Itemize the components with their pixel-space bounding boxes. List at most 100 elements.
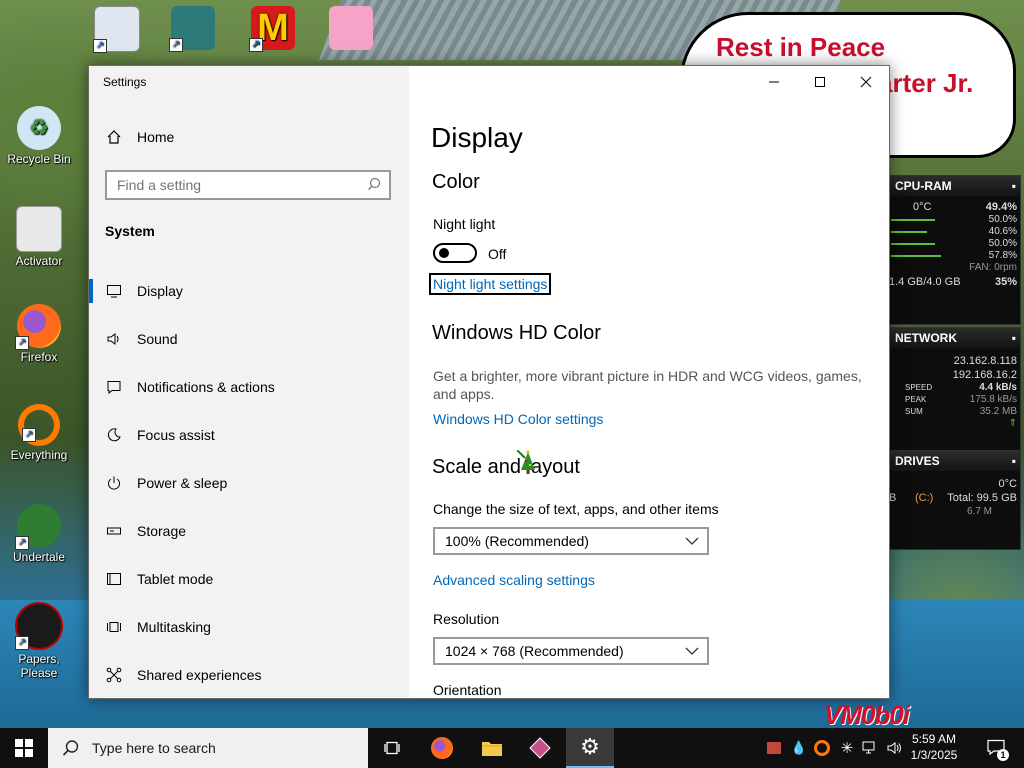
tray-icon-star[interactable]: ✳: [836, 728, 858, 768]
desktop-icon-label: Undertale: [12, 550, 66, 564]
drive-c-row: B (C:) Total: 99.5 GB: [889, 492, 1017, 504]
nav-home[interactable]: Home: [105, 128, 174, 146]
desktop-icon-label: Everything: [10, 448, 68, 462]
search-icon: [62, 739, 80, 757]
scale-heading: Scale and layout: [432, 456, 580, 478]
cpu-total: 49.4%: [985, 201, 1017, 213]
network-icon: [862, 741, 875, 754]
cpu-core-row: 50.0%: [887, 214, 1020, 226]
cpu-core-row: 50.0%: [887, 238, 1020, 250]
drives-title: DRIVES ▪: [887, 451, 1020, 471]
nav-item-storage[interactable]: Storage: [89, 507, 409, 555]
shortcut-arrow-icon: ↗: [15, 336, 29, 350]
fan-row: FAN: 0rpm: [969, 262, 1017, 273]
home-icon: [105, 128, 123, 146]
volume-icon: [887, 742, 901, 754]
tray-icon-drop[interactable]: 💧: [788, 728, 810, 768]
everything-search-icon: ↗: [18, 404, 60, 446]
night-light-settings-link[interactable]: Night light settings: [429, 273, 552, 295]
nav-item-label: Display: [137, 283, 183, 299]
tray-clock[interactable]: 5:59 AM 1/3/2025: [904, 731, 964, 763]
desktop-icon-top-2[interactable]: ↗: [166, 6, 220, 52]
nav-item-display[interactable]: Display: [89, 267, 409, 315]
desktop-icon-firefox[interactable]: ↗ Firefox: [0, 304, 78, 364]
nav-item-notifications[interactable]: Notifications & actions: [89, 363, 409, 411]
tray-app-icon: [767, 742, 781, 754]
hdr-heading: Windows HD Color: [432, 322, 601, 344]
nav-item-shared-experiences[interactable]: Shared experiences: [89, 651, 409, 699]
cpu-core-row: 40.6%: [887, 226, 1020, 238]
network-title: NETWORK ▪: [887, 328, 1020, 348]
taskbar-file-explorer[interactable]: [470, 728, 514, 768]
cpu-ram-gadget[interactable]: CPU-RAM ▪ 0°C 49.4% 50.0% 40.6% 50.0% 57.…: [886, 175, 1021, 325]
desktop-icon-everything[interactable]: ↗ Everything: [0, 404, 78, 462]
hdr-settings-link[interactable]: Windows HD Color settings: [433, 411, 603, 427]
nav-item-multitasking[interactable]: Multitasking: [89, 603, 409, 651]
mcdonalds-icon: M ↗: [249, 6, 295, 52]
desktop-icon-papers-please[interactable]: ↗ Papers, Please: [0, 602, 78, 680]
desktop-icon-undertale[interactable]: ↗ Undertale: [0, 504, 78, 564]
desktop-icon-recycle-bin[interactable]: ♻ Recycle Bin: [0, 106, 78, 166]
nav-item-label: Shared experiences: [137, 667, 262, 683]
nav-item-tablet-mode[interactable]: Tablet mode: [89, 555, 409, 603]
taskbar-app[interactable]: [518, 728, 562, 768]
nav-item-focus-assist[interactable]: Focus assist: [89, 411, 409, 459]
taskbar-settings[interactable]: ⚙: [566, 728, 614, 768]
nav-item-label: Focus assist: [137, 427, 215, 443]
drives-gadget[interactable]: DRIVES ▪ 0°C B (C:) Total: 99.5 GB 6.7 M: [886, 450, 1021, 550]
taskbar-search[interactable]: Type here to search: [48, 728, 368, 768]
minimize-icon: [769, 81, 779, 83]
gadget-menu-icon[interactable]: ▪: [1012, 328, 1016, 348]
nav-item-label: Storage: [137, 523, 187, 539]
wallpaper-corner-text: VM0b0i: [824, 700, 910, 730]
maximize-button[interactable]: [797, 66, 843, 98]
nav-item-label: Sound: [137, 331, 178, 347]
desktop-icon-top-3[interactable]: M ↗: [246, 6, 300, 52]
network-up-arrow-icon: ⇑: [1008, 418, 1017, 429]
find-setting-search[interactable]: [105, 170, 391, 200]
scale-dropdown[interactable]: 100% (Recommended): [433, 527, 709, 555]
toggle-knob: [439, 248, 449, 258]
tray-icon-everything[interactable]: [810, 728, 834, 768]
nav-item-power-sleep[interactable]: Power & sleep: [89, 459, 409, 507]
gadget-menu-icon[interactable]: ▪: [1012, 451, 1016, 471]
color-heading: Color: [432, 171, 480, 193]
desktop-icon-activator[interactable]: Activator: [0, 206, 78, 268]
task-view-button[interactable]: [372, 728, 414, 768]
chevron-down-icon: [685, 531, 699, 558]
desktop-icon-label: Recycle Bin: [7, 152, 71, 166]
cpu-core-bar: [891, 243, 935, 245]
tray-network[interactable]: [858, 728, 882, 768]
close-button[interactable]: [843, 66, 889, 98]
gadget-menu-icon[interactable]: ▪: [1012, 176, 1016, 196]
activator-icon: [16, 206, 62, 252]
find-setting-input[interactable]: [107, 172, 367, 198]
nav-item-label: Multitasking: [137, 619, 211, 635]
minimize-button[interactable]: [751, 66, 797, 98]
resolution-dropdown[interactable]: 1024 × 768 (Recommended): [433, 637, 709, 665]
night-light-toggle[interactable]: [433, 243, 477, 263]
shortcut-arrow-icon: ↗: [93, 39, 107, 53]
christmas-tree-cursor-icon: [516, 449, 539, 477]
desktop-icon-label: Papers, Please: [18, 652, 60, 680]
settings-content: Display Color Night light Off Night ligh…: [409, 66, 889, 698]
notification-count-badge: 1: [997, 748, 1009, 761]
nav-item-label: Notifications & actions: [137, 379, 275, 395]
desktop-icon-top-4[interactable]: [324, 6, 378, 52]
start-button[interactable]: [0, 728, 48, 768]
nav-item-sound[interactable]: Sound: [89, 315, 409, 363]
network-gadget[interactable]: NETWORK ▪ 23.162.8.118 192.168.16.2 SPEED…: [886, 327, 1021, 451]
clock-time: 5:59 AM: [911, 732, 957, 746]
tray-icon-app[interactable]: [762, 728, 786, 768]
hdr-description: Get a brighter, more vibrant picture in …: [433, 368, 862, 402]
notification-icon: 1: [987, 739, 1009, 761]
clock-date: 1/3/2025: [910, 748, 958, 762]
advanced-scaling-link[interactable]: Advanced scaling settings: [433, 572, 595, 588]
taskbar-firefox[interactable]: [420, 728, 464, 768]
action-center-button[interactable]: 1: [976, 728, 1016, 768]
windows-logo-icon: [15, 739, 33, 757]
cpu-total-row: 0°C 49.4%: [887, 200, 1020, 214]
settings-window[interactable]: Settings Home System Display Sound: [88, 65, 890, 699]
desktop-icon-top-1[interactable]: ↗: [92, 6, 142, 54]
search-icon[interactable]: [367, 177, 381, 194]
